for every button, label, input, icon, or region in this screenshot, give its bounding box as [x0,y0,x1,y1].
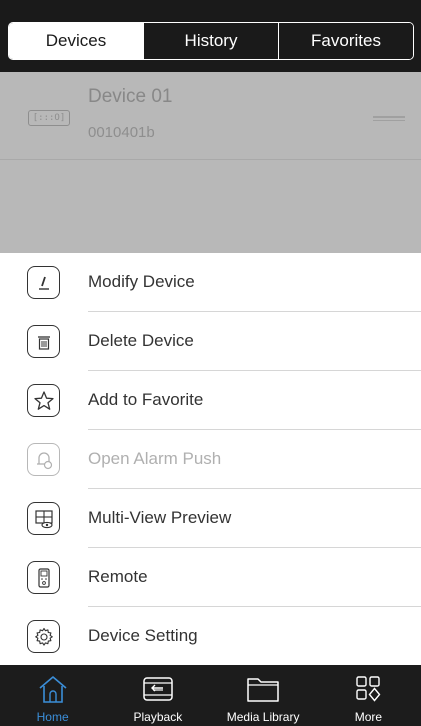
trash-icon [27,325,60,358]
device-list-overlay[interactable]: [:::O] Device 01 0010401b [0,72,421,253]
device-row[interactable]: [:::O] Device 01 0010401b [0,72,421,160]
tab-favorites[interactable]: Favorites [278,23,413,59]
menu-item-remote[interactable]: Remote [0,548,421,607]
star-icon [27,384,60,417]
grid-more-icon [350,673,386,705]
segmented-control: Devices History Favorites [8,22,414,60]
bottom-tab-bar: Home Playback Media Library More [0,665,421,726]
playback-icon [140,673,176,705]
folder-icon [245,673,281,705]
multi-view-icon [27,502,60,535]
device-name: Device 01 [88,86,173,107]
tab-media-library[interactable]: Media Library [211,665,316,726]
tab-history[interactable]: History [143,23,278,59]
menu-item-label: Modify Device [88,272,195,291]
home-icon [35,673,71,705]
device-id: 0010401b [88,124,155,141]
tab-label: Playback [133,710,183,724]
menu-item-open-alarm-push[interactable]: Open Alarm Push [0,430,421,489]
device-icon: [:::O] [28,110,70,126]
remote-icon [27,561,60,594]
tab-home[interactable]: Home [0,665,105,726]
menu-item-add-to-favorite[interactable]: Add to Favorite [0,371,421,430]
menu-item-label: Remote [88,567,148,586]
menu-item-label: Add to Favorite [88,390,204,409]
menu-item-label: Delete Device [88,331,194,350]
menu-item-device-setting[interactable]: Device Setting [0,607,421,666]
menu-item-delete-device[interactable]: Delete Device [0,312,421,371]
pencil-icon [27,266,60,299]
tab-label: Home [36,710,69,724]
tab-label: Media Library [226,710,300,724]
top-bar: Devices History Favorites [0,0,421,72]
tab-label: More [354,710,383,724]
alarm-push-icon [27,443,60,476]
device-action-menu: Modify Device Delete Device Add to Favor… [0,253,421,665]
menu-item-multi-view-preview[interactable]: Multi-View Preview [0,489,421,548]
tab-devices[interactable]: Devices [9,23,143,59]
drag-handle-icon[interactable] [373,116,405,121]
menu-item-label: Device Setting [88,626,198,645]
menu-item-label: Open Alarm Push [88,449,222,468]
tab-more[interactable]: More [316,665,421,726]
gear-icon [27,620,60,653]
tab-playback[interactable]: Playback [105,665,210,726]
menu-item-modify-device[interactable]: Modify Device [0,253,421,312]
menu-item-label: Multi-View Preview [88,508,232,527]
